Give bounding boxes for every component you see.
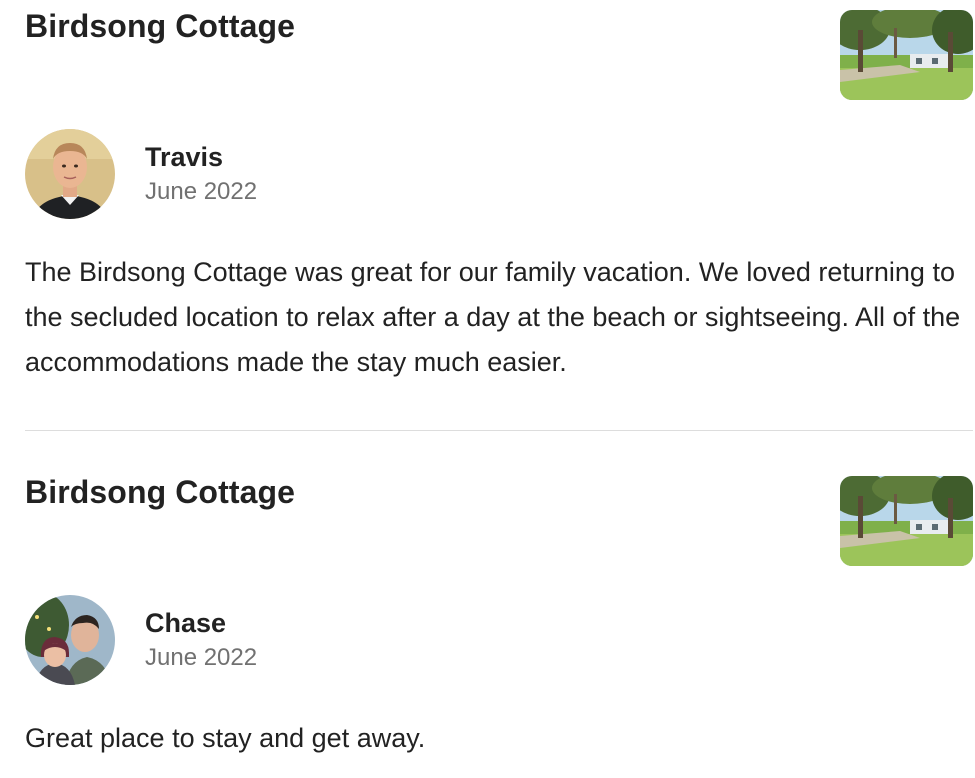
avatar-image (25, 595, 115, 685)
listing-title[interactable]: Birdsong Cottage (25, 8, 295, 45)
reviewer-name: Chase (145, 608, 227, 638)
listing-thumbnail[interactable] (840, 10, 973, 100)
review-date: June 2022 (145, 178, 258, 205)
review-text: The Birdsong Cottage was great for our f… (25, 257, 961, 377)
listing-title[interactable]: Birdsong Cottage (25, 474, 295, 511)
divider (25, 430, 973, 431)
listing-photo-image (840, 476, 973, 566)
listing-photo-image (840, 10, 973, 100)
reviewer-name: Travis (145, 142, 224, 172)
review-date: June 2022 (145, 644, 258, 671)
listing-thumbnail[interactable] (840, 476, 973, 566)
avatar[interactable] (25, 595, 115, 685)
reviews-page: Birdsong Cottage Travis June 2022 The Bi… (0, 0, 975, 778)
avatar-image (25, 129, 115, 219)
avatar[interactable] (25, 129, 115, 219)
review-text: Great place to stay and get away. (25, 723, 426, 753)
